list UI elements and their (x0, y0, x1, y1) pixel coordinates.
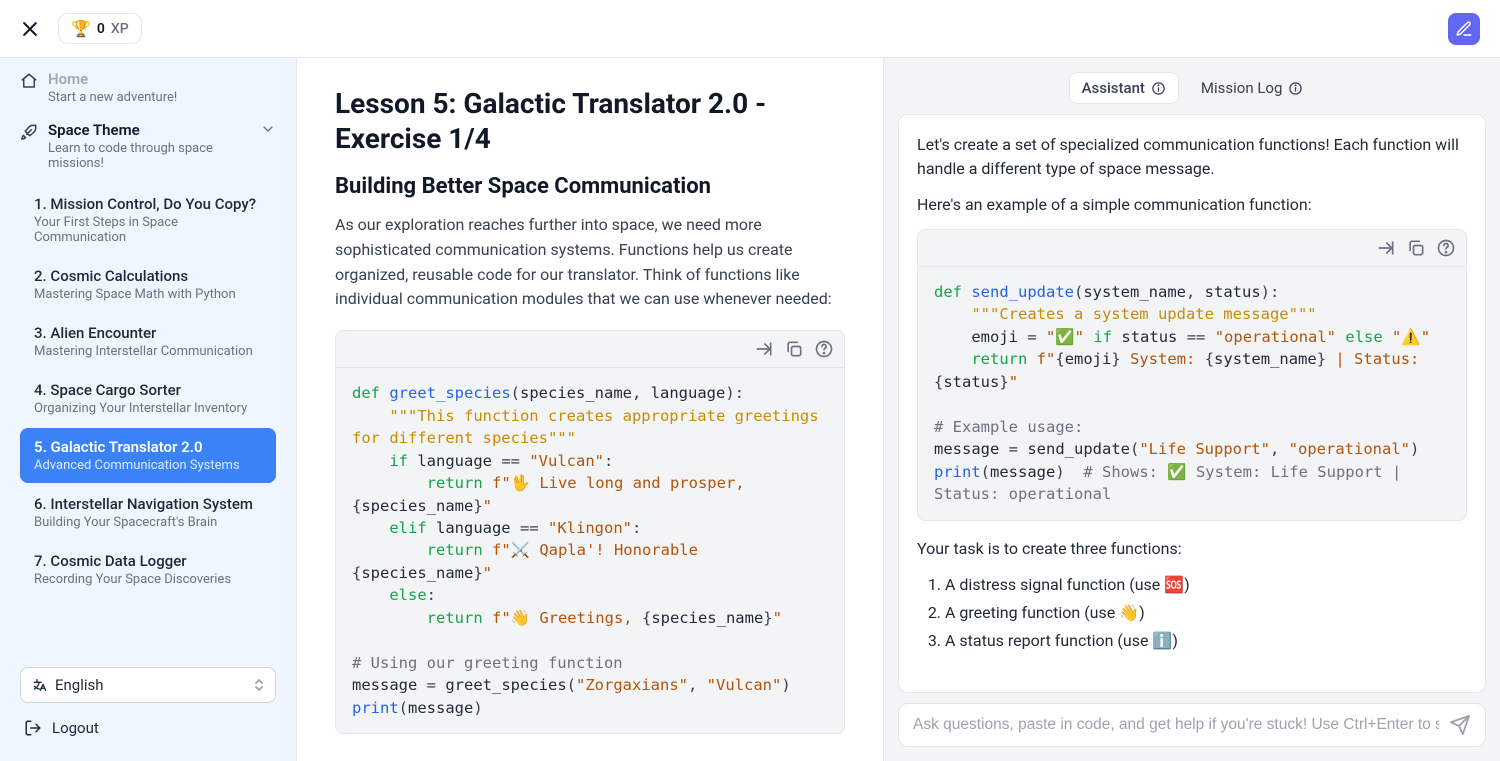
run-code-button[interactable] (754, 339, 774, 359)
lesson-item-3[interactable]: 3. Alien Encounter Mastering Interstella… (20, 314, 276, 369)
sidebar-theme-header[interactable]: Space Theme Learn to code through space … (20, 113, 276, 179)
language-select[interactable]: English (20, 667, 276, 703)
copy-icon (784, 339, 804, 359)
help-code-button[interactable] (1436, 238, 1456, 258)
tab-assistant-label: Assistant (1082, 79, 1145, 97)
xp-value: 0 (97, 21, 105, 37)
chat-input[interactable] (913, 716, 1439, 734)
lesson-item-2[interactable]: 2. Cosmic Calculations Mastering Space M… (20, 257, 276, 312)
chevron-down-icon (260, 121, 276, 137)
example-code-block: def send_update(system_name, status): ""… (917, 229, 1467, 521)
chat-area: Let's create a set of specialized commun… (898, 114, 1486, 693)
lesson-item-5[interactable]: 5. Galactic Translator 2.0 Advanced Comm… (20, 428, 276, 483)
logout-icon (24, 719, 42, 737)
xp-badge[interactable]: 🏆 0 XP (58, 13, 142, 44)
tab-mission-log-label: Mission Log (1201, 79, 1283, 97)
copy-icon (1406, 238, 1426, 258)
updown-icon (253, 677, 265, 693)
tab-assistant[interactable]: Assistant (1069, 72, 1179, 104)
info-icon (1288, 81, 1303, 96)
lesson-subtitle: Building Better Space Communication (335, 174, 845, 199)
home-icon (20, 72, 38, 90)
home-title: Home (48, 70, 276, 88)
trophy-icon: 🏆 (71, 19, 91, 38)
theme-subtitle: Learn to code through space missions! (48, 141, 250, 171)
task-list: A distress signal function (use 🆘) A gre… (945, 573, 1467, 653)
tab-mission-log[interactable]: Mission Log (1189, 72, 1316, 104)
task-item-1: A distress signal function (use 🆘) (945, 573, 1467, 597)
language-value: English (55, 676, 104, 694)
help-icon (1436, 238, 1456, 258)
edit-button[interactable] (1448, 13, 1480, 45)
arrow-right-icon (754, 339, 774, 359)
copy-code-button[interactable] (1406, 238, 1426, 258)
lesson-title: Lesson 5: Galactic Translator 2.0 - Exer… (335, 86, 845, 156)
close-button[interactable] (20, 19, 40, 39)
logout-label: Logout (52, 719, 99, 737)
composer (898, 703, 1486, 747)
home-subtitle: Start a new adventure! (48, 90, 276, 105)
send-button[interactable] (1449, 714, 1471, 736)
chat-msg-2: Here's an example of a simple communicat… (917, 193, 1467, 217)
lesson-paragraph: As our exploration reaches further into … (335, 213, 845, 312)
panel-tabs: Assistant Mission Log (898, 72, 1486, 104)
example-code: def send_update(system_name, status): ""… (918, 267, 1466, 520)
copy-code-button[interactable] (784, 339, 804, 359)
assistant-panel: Assistant Mission Log Let's create a set… (884, 58, 1500, 761)
help-icon (814, 339, 834, 359)
lesson-code-block: def greet_species(species_name, language… (335, 330, 845, 734)
task-item-3: A status report function (use ℹ️) (945, 629, 1467, 653)
rocket-icon (20, 123, 38, 141)
xp-label: XP (111, 21, 129, 37)
lesson-item-6[interactable]: 6. Interstellar Navigation System Buildi… (20, 485, 276, 540)
translate-icon (31, 677, 47, 693)
pencil-icon (1455, 20, 1473, 38)
sidebar-item-home[interactable]: Home Start a new adventure! (20, 62, 276, 113)
logout-button[interactable]: Logout (20, 709, 276, 747)
arrow-right-icon (1376, 238, 1396, 258)
topbar: 🏆 0 XP (0, 0, 1500, 58)
lesson-item-1[interactable]: 1. Mission Control, Do You Copy? Your Fi… (20, 185, 276, 255)
task-item-2: A greeting function (use 👋) (945, 601, 1467, 625)
lesson-list: 1. Mission Control, Do You Copy? Your Fi… (20, 185, 276, 597)
theme-title: Space Theme (48, 121, 250, 139)
help-code-button[interactable] (814, 339, 834, 359)
close-icon (20, 19, 40, 39)
send-icon (1449, 714, 1471, 736)
lesson-code: def greet_species(species_name, language… (336, 368, 844, 733)
info-icon (1151, 81, 1166, 96)
lesson-content: Lesson 5: Galactic Translator 2.0 - Exer… (297, 58, 884, 761)
chat-msg-1: Let's create a set of specialized commun… (917, 133, 1467, 181)
lesson-item-4[interactable]: 4. Space Cargo Sorter Organizing Your In… (20, 371, 276, 426)
sidebar: Home Start a new adventure! Space Theme … (0, 58, 297, 761)
run-code-button[interactable] (1376, 238, 1396, 258)
task-intro: Your task is to create three functions: (917, 537, 1467, 561)
lesson-item-7[interactable]: 7. Cosmic Data Logger Recording Your Spa… (20, 542, 276, 597)
